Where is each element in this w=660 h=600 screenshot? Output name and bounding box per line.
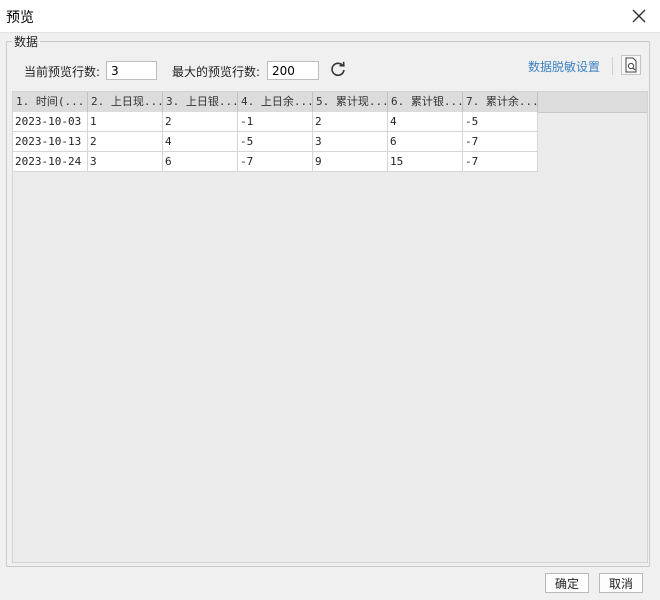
table-cell: 2 xyxy=(313,112,388,132)
title-bar: 预览 xyxy=(0,0,660,33)
close-button[interactable] xyxy=(624,2,654,30)
max-rows-input[interactable] xyxy=(267,61,319,80)
table-cell: 4 xyxy=(163,132,238,152)
ok-button[interactable]: 确定 xyxy=(545,573,589,593)
table-cell: 2023-10-13 xyxy=(13,132,88,152)
toolbar-divider xyxy=(612,57,613,75)
column-header-prev-bank[interactable]: 3. 上日银... xyxy=(163,92,238,112)
table-cell: 2023-10-03 xyxy=(13,112,88,132)
table-cell: 9 xyxy=(313,152,388,172)
preview-button[interactable] xyxy=(621,55,641,75)
table-cell: 2023-10-24 xyxy=(13,152,88,172)
table-cell: 6 xyxy=(388,132,463,152)
window-title: 预览 xyxy=(6,10,34,26)
preview-search-icon xyxy=(625,57,637,73)
groupbox-legend: 数据 xyxy=(12,33,41,50)
table-cell: 1 xyxy=(88,112,163,132)
table-cell: 15 xyxy=(388,152,463,172)
column-header-prev-balance[interactable]: 4. 上日余... xyxy=(238,92,313,112)
current-rows-label: 当前预览行数: xyxy=(24,65,101,79)
table-header: 1. 时间(... 2. 上日现... 3. 上日银... 4. 上日余... … xyxy=(13,92,647,113)
column-header-prev-cash[interactable]: 2. 上日现... xyxy=(88,92,163,112)
column-header-cum-balance[interactable]: 7. 累计余... xyxy=(463,92,538,112)
data-mask-settings-link[interactable]: 数据脱敏设置 xyxy=(528,58,600,75)
table-cell: -7 xyxy=(463,132,538,152)
table-cell: -1 xyxy=(238,112,313,132)
table-cell: -7 xyxy=(238,152,313,172)
max-rows-label: 最大的预览行数: xyxy=(172,65,261,79)
preview-table: 1. 时间(... 2. 上日现... 3. 上日银... 4. 上日余... … xyxy=(12,91,648,563)
cancel-button[interactable]: 取消 xyxy=(599,573,643,593)
table-cell: -7 xyxy=(463,152,538,172)
column-header-cum-bank[interactable]: 6. 累计银... xyxy=(388,92,463,112)
table-cell: 6 xyxy=(163,152,238,172)
table-cell: 2 xyxy=(163,112,238,132)
table-cell: -5 xyxy=(238,132,313,152)
column-header-cum-cash[interactable]: 5. 累计现... xyxy=(313,92,388,112)
refresh-button[interactable] xyxy=(329,61,347,79)
table-cell: 4 xyxy=(388,112,463,132)
column-header-time[interactable]: 1. 时间(... xyxy=(13,92,88,112)
current-rows-input[interactable] xyxy=(106,61,157,80)
close-icon xyxy=(632,9,646,23)
table-cell: 3 xyxy=(313,132,388,152)
table-cell: 3 xyxy=(88,152,163,172)
refresh-icon xyxy=(331,61,345,77)
table-cell: 2 xyxy=(88,132,163,152)
table-cell: -5 xyxy=(463,112,538,132)
